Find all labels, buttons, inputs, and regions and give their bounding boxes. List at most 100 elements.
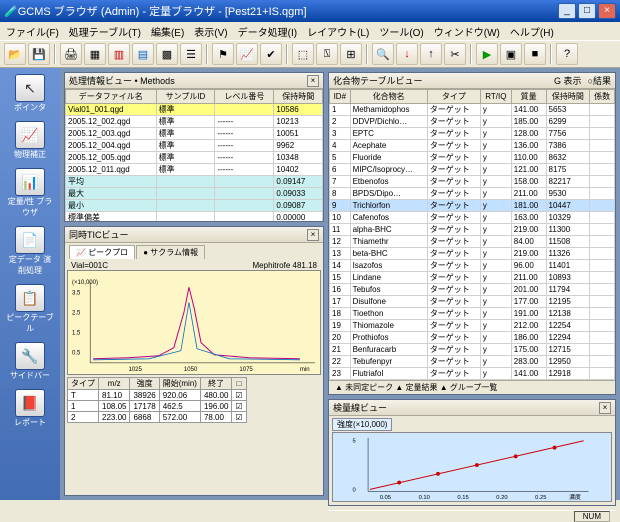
menu-window[interactable]: ウィンドウ(W) <box>434 24 500 39</box>
sidebar-item-1[interactable]: 📈物理補正 <box>6 121 54 160</box>
list-icon[interactable]: ☰ <box>180 43 202 65</box>
table-row[interactable]: 2005.12_011.qgd標準------10402 <box>66 164 323 176</box>
opt-display[interactable]: G 表示 <box>554 74 582 87</box>
menu-layout[interactable]: レイアウト(L) <box>307 24 369 39</box>
table-row[interactable]: 2005.12_003.qgd標準------10051 <box>66 128 323 140</box>
table-row[interactable]: 1108.0517178462.5196.00☑ <box>68 401 247 412</box>
flag-icon[interactable]: ⚑ <box>212 43 234 65</box>
table-row[interactable]: 12Thiamethrターゲットy84.0011508 <box>330 236 615 248</box>
tool-a-icon[interactable]: ⬚ <box>292 43 314 65</box>
chart-icon[interactable]: 📈 <box>236 43 258 65</box>
table-row[interactable]: 4Acephateターゲットy136.007386 <box>330 140 615 152</box>
table-row[interactable]: 17Disulfoneターゲットy177.0012195 <box>330 296 615 308</box>
sidebar-item-4[interactable]: 📋ピークテーブル <box>6 284 54 334</box>
col-header[interactable]: m/z <box>99 378 130 390</box>
col-header[interactable]: データファイル名 <box>66 90 157 104</box>
table-row[interactable]: 21Benfuracarbターゲットy175.0012715 <box>330 344 615 356</box>
table-row[interactable]: Vial01_001.qgd標準10586 <box>66 104 323 116</box>
col-header[interactable]: タイプ <box>68 378 99 390</box>
calibration-chart[interactable]: 5 0 0.05 0.10 0.15 0.20 0. <box>332 432 612 502</box>
print-icon[interactable]: 🖨 <box>60 43 82 65</box>
table-row[interactable]: 2005.12_002.qgd標準------10213 <box>66 116 323 128</box>
menu-view[interactable]: 表示(V) <box>194 24 227 39</box>
table-row[interactable]: 7Etbenofosターゲットy158.0082217 <box>330 176 615 188</box>
chromatogram-chart[interactable]: (×10,000) 3.5 2.5 1.5 0.5 1025 1050 1075 <box>67 270 321 375</box>
table-row[interactable]: 22Tebufenpyrターゲットy283.0012950 <box>330 356 615 368</box>
col-header[interactable]: 係数 <box>590 90 615 104</box>
table-row[interactable]: 1Methamidophosターゲットy141.005653 <box>330 104 615 116</box>
table-row[interactable]: 8BPDS/Dipo…ターゲットy211.009530 <box>330 188 615 200</box>
panel-close-icon[interactable]: × <box>307 75 319 87</box>
table-row[interactable]: 平均0.09147 <box>66 176 323 188</box>
view1-icon[interactable]: ▥ <box>108 43 130 65</box>
tab-spectrum[interactable]: ● サクラム情報 <box>136 245 205 259</box>
tool-b-icon[interactable]: ⍂ <box>316 43 338 65</box>
sidebar-item-3[interactable]: 📄定データ 演削処理 <box>6 226 54 276</box>
peak-icon[interactable]: ↓ <box>396 43 418 65</box>
col-header[interactable]: ID# <box>330 90 351 104</box>
col-header[interactable]: 開始(min) <box>159 378 200 390</box>
panel-close-icon[interactable]: × <box>307 229 319 241</box>
table-row[interactable]: 2005.12_004.qgd標準------9962 <box>66 140 323 152</box>
col-header[interactable]: 化合物名 <box>350 90 427 104</box>
table-row[interactable]: 18Tioethonターゲットy191.0012138 <box>330 308 615 320</box>
table-row[interactable]: 15Lindaneターゲットy211.0010893 <box>330 272 615 284</box>
help-icon[interactable]: ? <box>556 43 578 65</box>
table-row[interactable]: 最小0.09087 <box>66 200 323 212</box>
tab-peak[interactable]: 📈 ピークプロ <box>69 245 135 259</box>
table-icon[interactable]: ▦ <box>84 43 106 65</box>
table-row[interactable]: 2DDVP/Dichlo…ターゲットy185.006299 <box>330 116 615 128</box>
menu-data[interactable]: データ処理(I) <box>238 24 297 39</box>
table-row[interactable]: 20Prothiofosターゲットy186.0012294 <box>330 332 615 344</box>
check-icon[interactable]: ✔ <box>260 43 282 65</box>
col-header[interactable]: 保持時間 <box>546 90 590 104</box>
table-row[interactable]: 標準偏差0.00000 <box>66 212 323 222</box>
grid-icon[interactable]: ▩ <box>156 43 178 65</box>
maximize-button[interactable]: □ <box>578 3 596 19</box>
peak2-icon[interactable]: ↑ <box>420 43 442 65</box>
table-row[interactable]: 最大0.09033 <box>66 188 323 200</box>
sidebar-item-6[interactable]: 📕レポート <box>6 389 54 428</box>
col-header[interactable]: 質量 <box>511 90 546 104</box>
table-row[interactable]: 11alpha-BHCターゲットy219.0011300 <box>330 224 615 236</box>
cut-icon[interactable]: ✂ <box>444 43 466 65</box>
go-icon[interactable]: ▶ <box>476 43 498 65</box>
menu-help[interactable]: ヘルプ(H) <box>510 24 554 39</box>
menu-edit[interactable]: 編集(E) <box>151 24 184 39</box>
panel-close-icon[interactable]: × <box>599 402 611 414</box>
sidebar-item-5[interactable]: 🔧サイドバー <box>6 342 54 381</box>
stop-icon[interactable]: ■ <box>524 43 546 65</box>
save-icon[interactable]: 💾 <box>28 43 50 65</box>
table-row[interactable]: 14Isazofosターゲットy96.0011401 <box>330 260 615 272</box>
zoom-icon[interactable]: 🔍 <box>372 43 394 65</box>
col-header[interactable]: 強度 <box>130 378 159 390</box>
col-header[interactable]: サンプルID <box>156 90 215 104</box>
col-header[interactable]: タイプ <box>427 90 480 104</box>
compound-grid-body[interactable]: ID#化合物名タイプRT/IQ質量保持時間係数1Methamidophosターゲ… <box>329 89 615 380</box>
col-header[interactable]: RT/IQ <box>480 90 511 104</box>
minimize-button[interactable]: _ <box>558 3 576 19</box>
menu-table[interactable]: 処理テーブル(T) <box>69 24 141 39</box>
table-row[interactable]: 9Trichlorfonターゲットy181.0010447 <box>330 200 615 212</box>
opt-result[interactable]: ○結果 <box>588 74 611 87</box>
tool-c-icon[interactable]: ⊞ <box>340 43 362 65</box>
col-header[interactable]: 保持時間 <box>274 90 323 104</box>
table-row[interactable]: 10Cafenofosターゲットy163.0010329 <box>330 212 615 224</box>
close-button[interactable]: × <box>598 3 616 19</box>
col-header[interactable]: レベル番号 <box>215 90 274 104</box>
table-row[interactable]: 19Thiomazoleターゲットy212.0012254 <box>330 320 615 332</box>
table-row[interactable]: T81.1038926920.06480.00☑ <box>68 390 247 401</box>
table-row[interactable]: 6MIPC/Isoprocy…ターゲットy121.008175 <box>330 164 615 176</box>
sidebar-item-0[interactable]: ↖ポインタ <box>6 74 54 113</box>
table-row[interactable]: 3EPTCターゲットy128.007756 <box>330 128 615 140</box>
sidebar-item-2[interactable]: 📊定量/性 ブラウザ <box>6 168 54 218</box>
table-row[interactable]: 2005.12_005.qgd標準------10348 <box>66 152 323 164</box>
table-row[interactable]: 2223.006868572.0078.00☑ <box>68 412 247 423</box>
table-row[interactable]: 13beta-BHCターゲットy219.0011326 <box>330 248 615 260</box>
col-header[interactable]: □ <box>232 378 246 390</box>
table-row[interactable]: 5Fluorideターゲットy110.008632 <box>330 152 615 164</box>
menu-tools[interactable]: ツール(O) <box>379 24 423 39</box>
col-header[interactable]: 終了 <box>200 378 231 390</box>
open-icon[interactable]: 📂 <box>4 43 26 65</box>
view2-icon[interactable]: ▤ <box>132 43 154 65</box>
